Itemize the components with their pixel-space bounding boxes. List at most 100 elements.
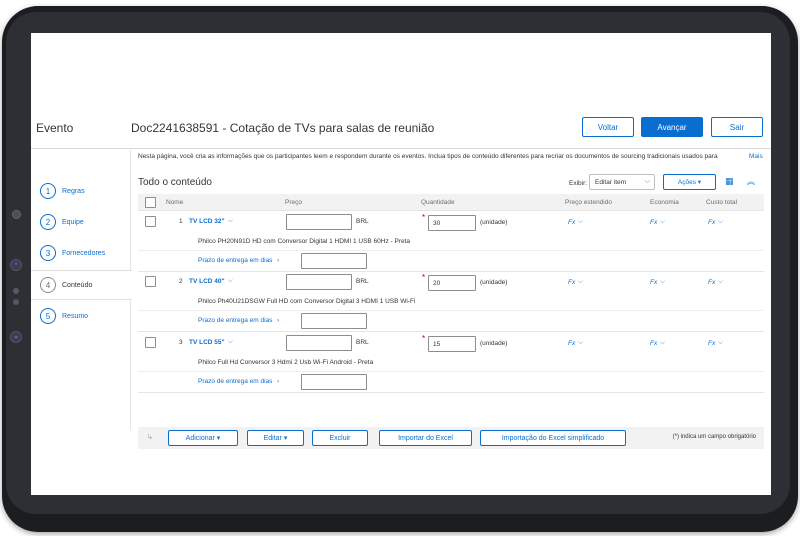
- savings-formula[interactable]: Fx: [650, 340, 657, 347]
- chevron-down-icon[interactable]: ⌵: [660, 278, 665, 286]
- item-name-link[interactable]: TV LCD 40": [189, 278, 225, 285]
- nav-item-equipe[interactable]: 2 Equipe: [31, 207, 131, 237]
- extended-price-formula[interactable]: Fx: [568, 219, 575, 226]
- edit-button[interactable]: Editar ▾: [247, 430, 304, 446]
- view-select-value: Editar item: [595, 178, 627, 186]
- required-icon: *: [422, 273, 426, 282]
- item-description: Philco Full Hd Conversor 3 Hdmi 2 Usb Wi…: [198, 359, 374, 366]
- chevron-down-icon[interactable]: ⌵: [228, 338, 233, 346]
- item-description: Philco PH20N91D HD com Conversor Digital…: [198, 238, 411, 245]
- chevron-down-icon[interactable]: ⌵: [228, 217, 233, 225]
- actions-button[interactable]: Ações ▾: [663, 174, 716, 190]
- total-cost-formula[interactable]: Fx: [708, 279, 715, 286]
- currency-label: BRL: [356, 278, 369, 285]
- intro-text: Nesta página, você cria as informações q…: [138, 153, 718, 160]
- row-checkbox[interactable]: [145, 337, 156, 348]
- quantity-input[interactable]: 30: [428, 215, 476, 231]
- nav-item-label: Resumo: [62, 312, 89, 320]
- delivery-days-label: Prazo de entrega em dias: [198, 378, 273, 385]
- quantity-input[interactable]: 20: [428, 275, 476, 291]
- step-number: 5: [40, 308, 56, 324]
- col-quantity: Quantidade: [421, 199, 455, 206]
- nav-item-label: Equipe: [62, 218, 84, 226]
- delivery-days-label: Prazo de entrega em dias: [198, 317, 273, 324]
- step-number: 2: [40, 214, 56, 230]
- savings-formula[interactable]: Fx: [650, 219, 657, 226]
- delivery-days-input[interactable]: [301, 253, 367, 269]
- import-excel-button[interactable]: Importar do Excel: [379, 430, 472, 446]
- savings-formula[interactable]: Fx: [650, 279, 657, 286]
- step-number: 1: [40, 183, 56, 199]
- total-cost-formula[interactable]: Fx: [708, 219, 715, 226]
- delete-button[interactable]: Excluir: [312, 430, 368, 446]
- item-name-link[interactable]: TV LCD 32": [189, 218, 225, 225]
- chevron-down-icon[interactable]: ⌵: [228, 277, 233, 285]
- col-extended-price: Preço estendido: [565, 199, 612, 206]
- quantity-input[interactable]: 15: [428, 336, 476, 352]
- more-link[interactable]: Mais: [749, 153, 763, 160]
- table-settings-icon[interactable]: ▦: [725, 176, 734, 187]
- chevron-down-icon[interactable]: ⌵: [578, 278, 583, 286]
- row-divider: [138, 371, 764, 372]
- chevron-right-icon: ›: [277, 257, 280, 264]
- table-row: 1 TV LCD 32" ⌵ BRL * 30 (unidade) Fx ⌵ F…: [138, 212, 764, 272]
- delivery-days-input[interactable]: [301, 313, 367, 329]
- total-cost-formula[interactable]: Fx: [708, 340, 715, 347]
- price-input[interactable]: [286, 335, 352, 351]
- chevron-down-icon[interactable]: ⌵: [660, 218, 665, 226]
- item-name-link[interactable]: TV LCD 55": [189, 339, 225, 346]
- chevron-right-icon: ›: [277, 317, 280, 324]
- delivery-days-input[interactable]: [301, 374, 367, 390]
- app-screen: Evento Doc2241638591 - Cotação de TVs pa…: [31, 33, 771, 495]
- back-button[interactable]: Voltar: [582, 117, 634, 137]
- section-label: Evento: [36, 121, 74, 135]
- nav-item-resumo[interactable]: 5 Resumo: [31, 301, 131, 331]
- row-number: 3: [179, 339, 183, 346]
- required-note: (*) indica um campo obrigatório: [672, 434, 756, 440]
- row-checkbox[interactable]: [145, 216, 156, 227]
- delivery-days-label: Prazo de entrega em dias: [198, 257, 273, 264]
- chevron-down-icon[interactable]: ⌵: [718, 278, 723, 286]
- nav-item-label: Fornecedores: [62, 249, 106, 257]
- nav-item-regras[interactable]: 1 Regras: [31, 176, 131, 206]
- chevron-down-icon[interactable]: ⌵: [718, 218, 723, 226]
- extended-price-formula[interactable]: Fx: [568, 279, 575, 286]
- add-button[interactable]: Adicionar ▾: [168, 430, 238, 446]
- chevron-down-icon[interactable]: ⌵: [578, 339, 583, 347]
- next-button[interactable]: Avançar: [641, 117, 703, 137]
- collapse-icon[interactable]: ︽: [747, 176, 755, 187]
- col-price: Preço: [285, 199, 302, 206]
- section-title: Todo o conteúdo: [138, 177, 212, 188]
- col-total-cost: Custo total: [706, 199, 738, 206]
- currency-label: BRL: [356, 339, 369, 346]
- extended-price-formula[interactable]: Fx: [568, 340, 575, 347]
- page-title: Doc2241638591 - Cotação de TVs para sala…: [131, 121, 435, 135]
- tablet-frame: ◦ ⌄ Evento Doc2241638591 - Cotação de TV…: [0, 0, 800, 536]
- row-number: 2: [179, 278, 183, 285]
- table-footer: ↳ Adicionar ▾ Editar ▾ Excluir Importar …: [138, 427, 764, 449]
- nav-item-conteudo[interactable]: 4 Conteúdo: [31, 270, 132, 300]
- table-row: 3 TV LCD 55" ⌵ BRL * 15 (unidade) Fx ⌵ F…: [138, 333, 764, 393]
- nav-item-label: Conteúdo: [62, 281, 93, 289]
- item-description: Philco Ph40U21DSGW Full HD com Conversor…: [198, 298, 416, 305]
- side-dot-icon: [13, 288, 19, 294]
- nav-item-label: Regras: [62, 187, 85, 195]
- price-input[interactable]: [286, 214, 352, 230]
- exit-button[interactable]: Sair: [711, 117, 763, 137]
- view-select[interactable]: Editar item ⌵: [589, 174, 655, 190]
- required-icon: *: [422, 334, 426, 343]
- table-header: Nome Preço Quantidade Preço estendido Ec…: [138, 194, 764, 211]
- chevron-down-icon[interactable]: ⌵: [578, 218, 583, 226]
- unit-label: (unidade): [480, 219, 508, 226]
- chevron-down-icon[interactable]: ⌵: [718, 339, 723, 347]
- import-excel-simplified-button[interactable]: Importação do Excel simplificado: [480, 430, 626, 446]
- price-input[interactable]: [286, 274, 352, 290]
- nav-item-fornecedores[interactable]: 3 Fornecedores: [31, 238, 131, 268]
- chevron-down-icon[interactable]: ⌵: [660, 339, 665, 347]
- side-button-icon: ⌄: [10, 331, 22, 343]
- row-checkbox[interactable]: [145, 276, 156, 287]
- select-all-checkbox[interactable]: [145, 197, 156, 208]
- page-header: Evento Doc2241638591 - Cotação de TVs pa…: [31, 113, 771, 149]
- unit-label: (unidade): [480, 279, 508, 286]
- chevron-right-icon: ›: [277, 378, 280, 385]
